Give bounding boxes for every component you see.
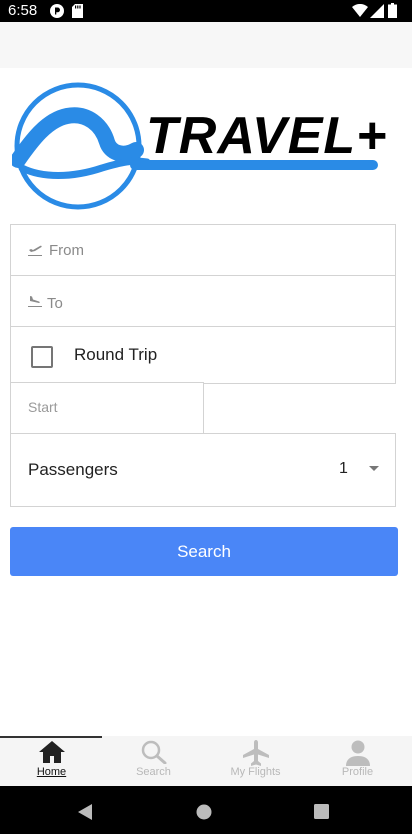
tab-search-label: Search [136,766,171,778]
active-tab-indicator [0,736,102,738]
to-placeholder: To [47,295,63,312]
chevron-down-icon[interactable] [369,466,379,471]
airplane-landing-icon [27,292,43,313]
tab-my-flights-label: My Flights [230,766,281,778]
round-trip-row[interactable]: Round Trip [10,326,396,384]
tab-profile[interactable]: Profile [306,736,409,786]
back-icon[interactable] [78,804,92,825]
bottom-tab-bar: Home Search My Flights Profile [0,736,412,786]
person-icon [306,740,409,766]
wifi-icon [352,3,368,23]
airplane-icon [204,740,307,766]
tab-my-flights[interactable]: My Flights [204,736,307,786]
airplane-takeoff-icon [27,241,43,262]
tab-search[interactable]: Search [102,736,205,786]
recents-icon[interactable] [314,804,329,824]
sd-card-icon [72,4,83,23]
home-icon [0,740,103,764]
round-trip-checkbox[interactable] [31,346,53,368]
app-header [0,22,412,68]
search-button[interactable]: Search [10,527,398,576]
status-time: 6:58 [8,2,38,19]
home-circle-icon[interactable] [196,804,212,825]
round-trip-label: Round Trip [74,345,158,364]
system-nav-bar [0,786,412,834]
status-bar: 6:58 [0,0,412,22]
passengers-row: Passengers 1 [10,433,396,507]
from-field[interactable]: From [10,224,396,276]
logo-text: TRAVEL+ [146,107,388,165]
passengers-select[interactable]: 1 [339,460,348,478]
start-date-field[interactable]: Start [10,382,204,434]
battery-icon [388,3,397,23]
signal-icon [370,4,384,23]
tab-home[interactable]: Home [0,736,103,786]
search-icon [102,740,205,764]
start-placeholder: Start [28,399,58,415]
passengers-label: Passengers [28,460,118,479]
to-field[interactable]: To [10,275,396,327]
from-placeholder: From [49,242,84,259]
tab-profile-label: Profile [341,766,374,778]
pocket-casts-icon [50,4,64,23]
tab-home-label: Home [36,766,67,778]
